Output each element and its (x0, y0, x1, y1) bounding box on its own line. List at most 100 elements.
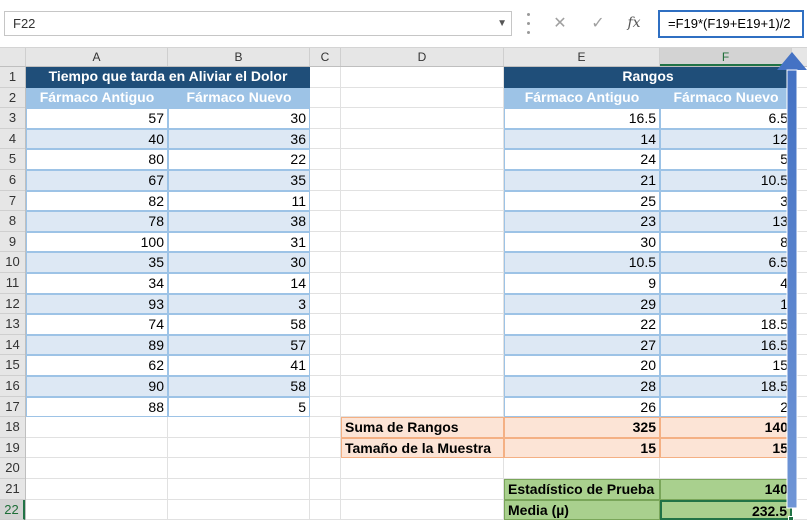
row-header-2[interactable]: 2 (0, 88, 25, 109)
left-cell-new[interactable]: 30 (168, 108, 310, 129)
left-cell-new[interactable]: 31 (168, 231, 310, 253)
rank-cell-old[interactable]: 9 (504, 273, 660, 294)
rank-cell-new[interactable]: 12 (660, 128, 792, 150)
left-cell-new[interactable]: 57 (168, 334, 310, 356)
column-header-d[interactable]: D (341, 48, 504, 66)
rank-cell-new[interactable]: 5 (660, 149, 792, 170)
left-cell-old[interactable]: 57 (26, 108, 168, 129)
right-table-title[interactable]: Rangos (504, 67, 792, 88)
left-header-new[interactable]: Fármaco Nuevo (168, 87, 310, 109)
sample-size-old[interactable]: 15 (504, 437, 660, 459)
sum-ranks-old[interactable]: 325 (504, 417, 660, 438)
row-header-21[interactable]: 21 (0, 479, 25, 500)
row-header-14[interactable]: 14 (0, 335, 25, 356)
left-cell-new[interactable]: 30 (168, 252, 310, 273)
row-header-7[interactable]: 7 (0, 191, 25, 212)
name-box[interactable]: F22 ▼ (4, 11, 512, 36)
row-header-6[interactable]: 6 (0, 170, 25, 191)
column-header-f[interactable]: F (660, 48, 792, 66)
left-cell-old[interactable]: 89 (26, 334, 168, 356)
left-cell-new[interactable]: 22 (168, 149, 310, 170)
rank-cell-old[interactable]: 27 (504, 334, 660, 356)
left-table-title[interactable]: Tiempo que tarda en Aliviar el Dolor (26, 67, 310, 88)
left-cell-new[interactable]: 38 (168, 211, 310, 232)
left-cell-new[interactable]: 11 (168, 190, 310, 212)
rank-cell-old[interactable]: 24 (504, 149, 660, 170)
enter-icon[interactable]: ✓ (584, 11, 612, 36)
formula-bar-grip-icon[interactable] (527, 13, 530, 34)
left-cell-new[interactable]: 5 (168, 396, 310, 418)
left-cell-old[interactable]: 62 (26, 355, 168, 376)
left-cell-new[interactable]: 14 (168, 273, 310, 294)
rank-cell-new[interactable]: 6.5 (660, 252, 792, 273)
row-header-4[interactable]: 4 (0, 129, 25, 150)
right-header-new[interactable]: Fármaco Nuevo (660, 87, 792, 109)
rank-cell-new[interactable]: 4 (660, 273, 792, 294)
left-cell-new[interactable]: 3 (168, 293, 310, 315)
rank-cell-new[interactable]: 16.5 (660, 334, 792, 356)
rank-cell-old[interactable]: 28 (504, 376, 660, 397)
row-header-5[interactable]: 5 (0, 149, 25, 170)
left-cell-old[interactable]: 88 (26, 396, 168, 418)
rank-cell-new[interactable]: 8 (660, 231, 792, 253)
rank-cell-old[interactable]: 23 (504, 211, 660, 232)
row-header-11[interactable]: 11 (0, 273, 25, 294)
rank-cell-old[interactable]: 26 (504, 396, 660, 418)
rank-cell-new[interactable]: 3 (660, 190, 792, 212)
column-header-a[interactable]: A (26, 48, 168, 66)
row-header-22[interactable]: 22 (0, 499, 25, 520)
row-header-9[interactable]: 9 (0, 232, 25, 253)
column-header-e[interactable]: E (504, 48, 660, 66)
left-cell-old[interactable]: 90 (26, 376, 168, 397)
row-header-10[interactable]: 10 (0, 252, 25, 273)
insert-function-icon[interactable]: fx (620, 11, 648, 36)
left-cell-old[interactable]: 40 (26, 128, 168, 150)
rank-cell-old[interactable]: 14 (504, 128, 660, 150)
rank-cell-old[interactable]: 16.5 (504, 108, 660, 129)
mean-label[interactable]: Media (µ) (504, 499, 660, 520)
left-cell-new[interactable]: 41 (168, 355, 310, 376)
test-statistic-label[interactable]: Estadístico de Prueba (504, 479, 660, 500)
sum-ranks-new[interactable]: 140 (660, 417, 792, 438)
rank-cell-old[interactable]: 10.5 (504, 252, 660, 273)
left-cell-new[interactable]: 35 (168, 170, 310, 191)
rank-cell-new[interactable]: 10.5 (660, 170, 792, 191)
rank-cell-old[interactable]: 25 (504, 190, 660, 212)
row-header-13[interactable]: 13 (0, 314, 25, 335)
rank-cell-old[interactable]: 21 (504, 170, 660, 191)
rank-cell-new[interactable]: 2 (660, 396, 792, 418)
rank-cell-old[interactable]: 29 (504, 293, 660, 315)
row-header-19[interactable]: 19 (0, 438, 25, 459)
rank-cell-new[interactable]: 1 (660, 293, 792, 315)
row-header-12[interactable]: 12 (0, 294, 25, 315)
left-cell-old[interactable]: 100 (26, 231, 168, 253)
left-cell-new[interactable]: 58 (168, 376, 310, 397)
cancel-icon[interactable]: ✕ (546, 11, 574, 36)
row-header-16[interactable]: 16 (0, 376, 25, 397)
rank-cell-new[interactable]: 18.5 (660, 314, 792, 335)
worksheet-grid[interactable]: Tiempo que tarda en Aliviar el Dolor Fárm… (26, 67, 807, 520)
left-cell-old[interactable]: 74 (26, 314, 168, 335)
rank-cell-new[interactable]: 6.5 (660, 108, 792, 129)
column-header-b[interactable]: B (168, 48, 310, 66)
left-cell-new[interactable]: 36 (168, 128, 310, 150)
left-cell-old[interactable]: 80 (26, 149, 168, 170)
sample-size-label[interactable]: Tamaño de la Muestra (341, 437, 504, 459)
left-cell-old[interactable]: 93 (26, 293, 168, 315)
right-header-old[interactable]: Fármaco Antiguo (504, 87, 660, 109)
row-header-3[interactable]: 3 (0, 108, 25, 129)
left-header-old[interactable]: Fármaco Antiguo (26, 87, 168, 109)
row-header-8[interactable]: 8 (0, 211, 25, 232)
row-header-15[interactable]: 15 (0, 355, 25, 376)
column-header-c[interactable]: C (310, 48, 341, 66)
sample-size-new[interactable]: 15 (660, 437, 792, 459)
rank-cell-new[interactable]: 13 (660, 211, 792, 232)
left-cell-old[interactable]: 35 (26, 252, 168, 273)
row-header-1[interactable]: 1 (0, 67, 25, 88)
row-header-18[interactable]: 18 (0, 417, 25, 438)
sum-ranks-label[interactable]: Suma de Rangos (341, 417, 504, 438)
left-cell-old[interactable]: 78 (26, 211, 168, 232)
rank-cell-old[interactable]: 20 (504, 355, 660, 376)
left-cell-old[interactable]: 67 (26, 170, 168, 191)
rank-cell-old[interactable]: 22 (504, 314, 660, 335)
